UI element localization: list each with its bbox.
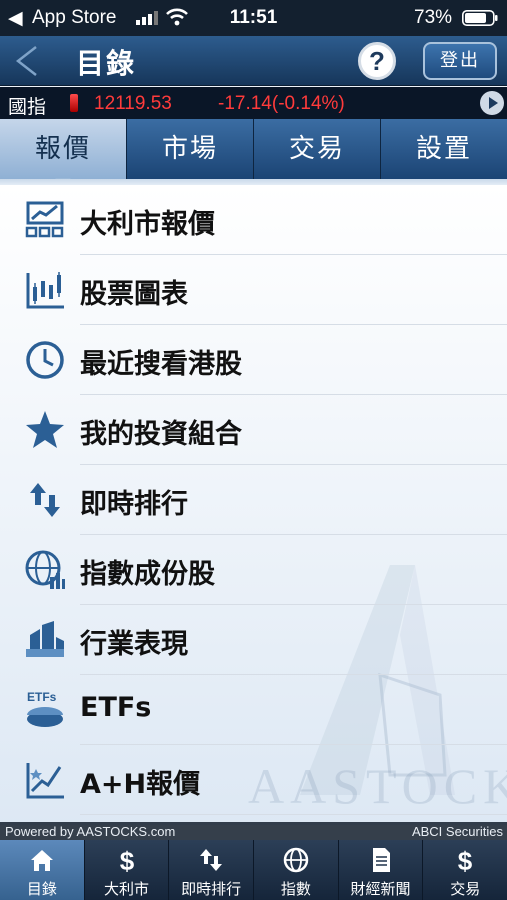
battery-icon — [462, 10, 498, 26]
menu-label: 股票圖表 — [80, 279, 188, 310]
star-icon — [26, 411, 64, 448]
page-title: 目錄 — [76, 47, 137, 80]
play-icon[interactable] — [480, 91, 504, 115]
menu-label: 即時排行 — [80, 489, 188, 520]
nav-label: 目錄 — [26, 880, 57, 898]
etf-pie-icon: ETFs — [27, 690, 63, 727]
tab-quotes[interactable]: 報價 — [0, 119, 127, 185]
back-arrow-icon[interactable] — [12, 44, 42, 78]
quote-chart-icon — [25, 201, 64, 238]
nav-index[interactable]: 指數 — [254, 840, 339, 900]
powered-by-bar: Powered by AASTOCKS.com ABCI Securities — [0, 822, 507, 840]
menu-item-etfs[interactable]: ETFs ETFs — [0, 675, 507, 745]
status-bar: ◀ App Store 11:51 73% — [0, 0, 507, 36]
help-button[interactable]: ? — [358, 42, 396, 80]
nav-live-quote[interactable]: $ 大利市 — [85, 840, 170, 900]
ah-chart-icon — [26, 763, 64, 799]
powered-by-text: Powered by AASTOCKS.com — [5, 824, 176, 839]
menu-item-live-quote[interactable]: 大利市報價 — [0, 185, 507, 255]
battery-percent: 73% — [414, 7, 453, 28]
broker-name: ABCI Securities — [411, 824, 503, 839]
globe-chart-icon — [25, 550, 65, 589]
menu-label: 我的投資組合 — [80, 419, 242, 450]
svg-text:$: $ — [119, 846, 134, 874]
document-icon — [372, 848, 390, 872]
buildings-icon — [26, 621, 64, 657]
menu-list: AASTOCKS 大利市報價 股票圖表 最近搜看港股 — [0, 185, 507, 825]
tab-market[interactable]: 市場 — [127, 119, 254, 179]
bottom-nav: 目錄 $ 大利市 即時排行 指數 財經新聞 $ 交易 — [0, 840, 507, 900]
menu-item-portfolio[interactable]: 我的投資組合 — [0, 395, 507, 465]
menu-item-recent-stocks[interactable]: 最近搜看港股 — [0, 325, 507, 395]
nav-label: 大利市 — [104, 880, 150, 898]
svg-text:ETFs: ETFs — [27, 690, 57, 704]
menu-item-industry[interactable]: 行業表現 — [0, 605, 507, 675]
menu-item-ranking[interactable]: 即時排行 — [0, 465, 507, 535]
sort-arrows-icon — [30, 483, 60, 517]
nav-label: 交易 — [450, 880, 481, 898]
tab-trade[interactable]: 交易 — [254, 119, 381, 179]
dollar-icon: $ — [458, 846, 473, 874]
ticker-name: 國指 — [8, 96, 47, 118]
globe-icon — [283, 847, 309, 873]
ticker-change: -17.14(-0.14%) — [218, 93, 345, 114]
sort-arrows-icon — [200, 849, 223, 871]
nav-home[interactable]: 目錄 — [0, 840, 85, 900]
menu-label: 行業表現 — [80, 629, 188, 660]
nav-label: 即時排行 — [181, 880, 242, 898]
menu-label: 指數成份股 — [80, 559, 215, 590]
dollar-icon: $ — [119, 846, 134, 874]
logout-button[interactable]: 登出 — [423, 42, 497, 80]
menu-label: A+H報價 — [80, 769, 201, 800]
menu-item-stock-chart[interactable]: 股票圖表 — [0, 255, 507, 325]
nav-trade[interactable]: $ 交易 — [423, 840, 507, 900]
ticker-price: 12119.53 — [94, 93, 172, 114]
app-header: 目錄 ? 登出 — [0, 36, 507, 86]
menu-label: ETFs — [80, 692, 152, 723]
main-tabs: 報價 市場 交易 設置 — [0, 119, 507, 185]
nav-ranking[interactable]: 即時排行 — [169, 840, 255, 900]
home-icon — [30, 850, 53, 871]
nav-label: 指數 — [280, 880, 311, 898]
menu-item-index-constituents[interactable]: 指數成份股 — [0, 535, 507, 605]
menu-item-ah-quote[interactable]: A+H報價 — [0, 745, 507, 815]
nav-news[interactable]: 財經新聞 — [339, 840, 424, 900]
menu-label: 大利市報價 — [80, 209, 215, 240]
divider — [80, 814, 507, 815]
candlestick-icon — [26, 272, 64, 309]
menu-label: 最近搜看港股 — [80, 349, 242, 380]
down-flag-icon — [70, 94, 78, 112]
clock-icon — [26, 341, 64, 379]
tab-settings[interactable]: 設置 — [381, 119, 507, 179]
svg-text:$: $ — [458, 846, 473, 874]
index-ticker[interactable]: 國指 12119.53 -17.14(-0.14%) — [0, 87, 507, 119]
nav-label: 財經新聞 — [350, 880, 411, 898]
